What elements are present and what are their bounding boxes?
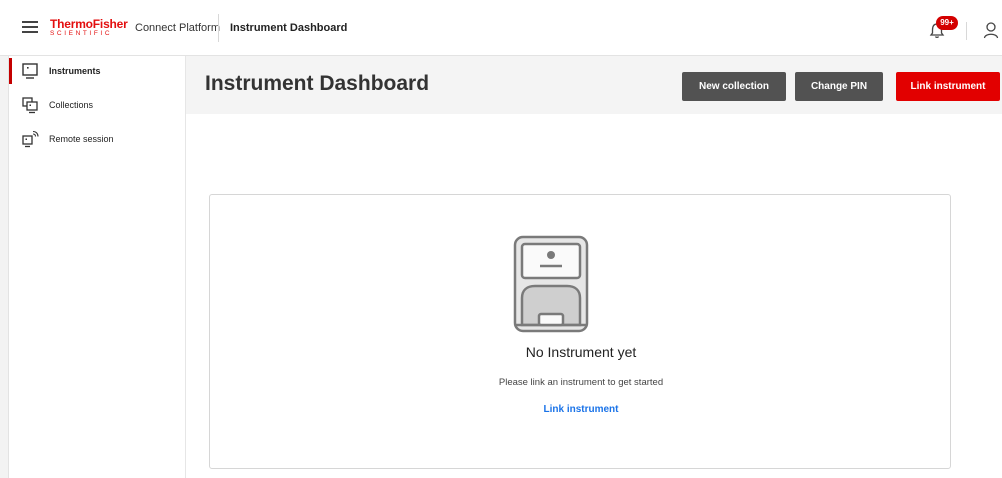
header-page-title: Instrument Dashboard: [230, 22, 348, 34]
page-title: Instrument Dashboard: [205, 72, 430, 95]
top-bar: ThermoFisher SCIENTIFIC Connect Platform…: [0, 0, 1002, 56]
platform-name: Connect Platform: [135, 22, 220, 34]
brand-name: ThermoFisher: [50, 17, 128, 31]
empty-state-card: No Instrument yet Please link an instrum…: [209, 194, 951, 469]
collections-icon: [22, 97, 38, 114]
remote-session-icon: [22, 130, 39, 148]
link-instrument-button[interactable]: Link instrument: [896, 72, 1000, 101]
brand-tagline: SCIENTIFIC: [50, 30, 113, 37]
sidebar-item-remote-session[interactable]: Remote session: [9, 126, 186, 154]
new-collection-button[interactable]: New collection: [682, 72, 786, 101]
empty-state-subtitle: Please link an instrument to get started: [498, 377, 664, 388]
monitor-icon: [22, 63, 38, 79]
sidebar-item-instruments[interactable]: Instruments: [9, 58, 186, 86]
empty-state-title: No Instrument yet: [525, 344, 637, 360]
sidebar-item-label: Instruments: [49, 66, 101, 76]
link-instrument-link[interactable]: Link instrument: [210, 404, 952, 415]
sidebar: Instruments Collections Remote session: [9, 56, 186, 478]
sidebar-item-label: Remote session: [49, 134, 114, 144]
sidebar-item-collections[interactable]: Collections: [9, 92, 186, 120]
header-divider: [218, 14, 219, 42]
change-pin-button[interactable]: Change PIN: [795, 72, 883, 101]
notification-badge: 99+: [936, 16, 958, 30]
sidebar-item-label: Collections: [49, 100, 94, 110]
hamburger-menu-icon[interactable]: [22, 21, 38, 35]
user-icon[interactable]: [982, 21, 1000, 39]
brand-logo: ThermoFisher SCIENTIFIC: [50, 18, 128, 38]
instrument-illustration-icon: [513, 235, 589, 333]
header-separator: [966, 22, 967, 40]
left-edge-strip: [0, 0, 9, 478]
